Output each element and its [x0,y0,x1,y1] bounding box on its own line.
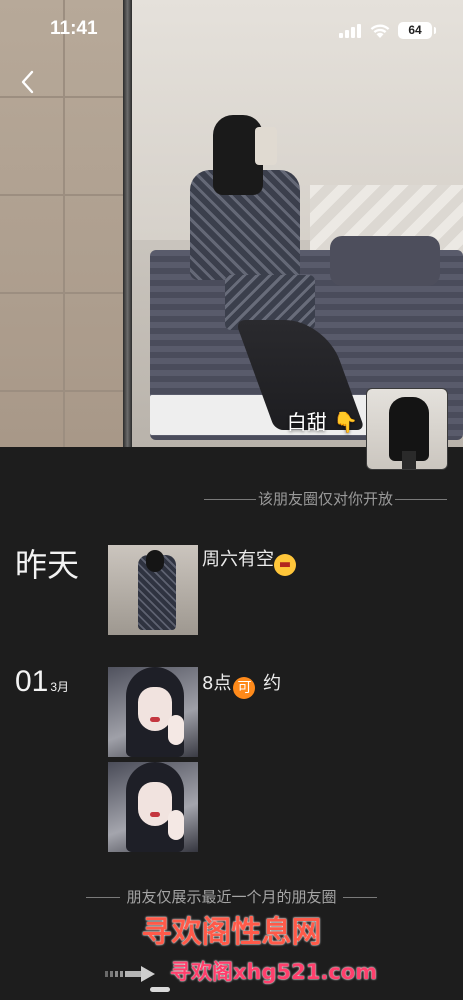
nickname-text: 白甜 [286,410,327,434]
profile-nickname: 白甜 👇 [287,406,358,435]
photo-lips [150,812,160,817]
status-time: 11:41 [50,18,98,39]
status-bar: 11:41 64 [0,0,463,60]
home-indicator [150,987,170,992]
divider-line [203,499,256,500]
mirror-frame [123,0,132,447]
divider-line [395,499,447,500]
cellular-signal-icon [339,24,361,38]
post-text-before: 8点 [202,673,232,694]
battery-icon: 64 [398,22,436,39]
privacy-notice: 该朋友圈仅对你开放 [0,488,463,509]
photo-peace-sign [168,715,184,745]
avatar-legs [402,451,416,469]
post-date-label: 昨天 [15,546,80,584]
photo-figure-head [146,550,164,572]
post-date: 01 3月 [15,665,69,699]
divider-line [342,897,377,898]
post-text-content: 周六有空 [202,549,274,570]
post-text-after: 约 [257,673,282,694]
post-text[interactable]: 周六有空 ▬ [202,545,296,576]
post-photo[interactable] [108,545,198,635]
chevron-left-icon [21,70,34,94]
wifi-icon [369,21,391,39]
photo-peace-sign [168,810,184,840]
profile-avatar[interactable] [366,388,448,470]
divider-line [86,897,121,898]
photo-face [138,782,172,826]
cover-photo[interactable] [0,0,463,447]
grimace-emoji: ▬ [274,554,296,576]
post-photo[interactable] [108,762,198,852]
ke-emoji: 可 [233,677,256,699]
pointing-down-emoji: 👇 [333,410,358,434]
photo-face [138,687,172,731]
post-text[interactable]: 8点可 约 [202,669,281,699]
privacy-notice-text: 该朋友圈仅对你开放 [257,490,393,508]
watermark-url: 寻欢阁xhg521.com [170,960,378,984]
post-photo[interactable] [108,667,198,757]
post-date-day: 01 [15,665,49,698]
post-date-month: 3月 [50,680,70,694]
watermark-title: 寻欢阁性息网 [141,915,322,950]
footer-notice-text: 朋友仅展示最近一个月的朋友圈 [126,888,337,906]
back-button[interactable] [12,64,44,100]
photo-lips [150,717,160,722]
footer-notice: 朋友仅展示最近一个月的朋友圈 [0,886,463,907]
phone-in-hand [255,127,277,165]
arrow-right-icon [105,966,155,982]
pillow [330,236,440,286]
cover-person [185,115,366,430]
